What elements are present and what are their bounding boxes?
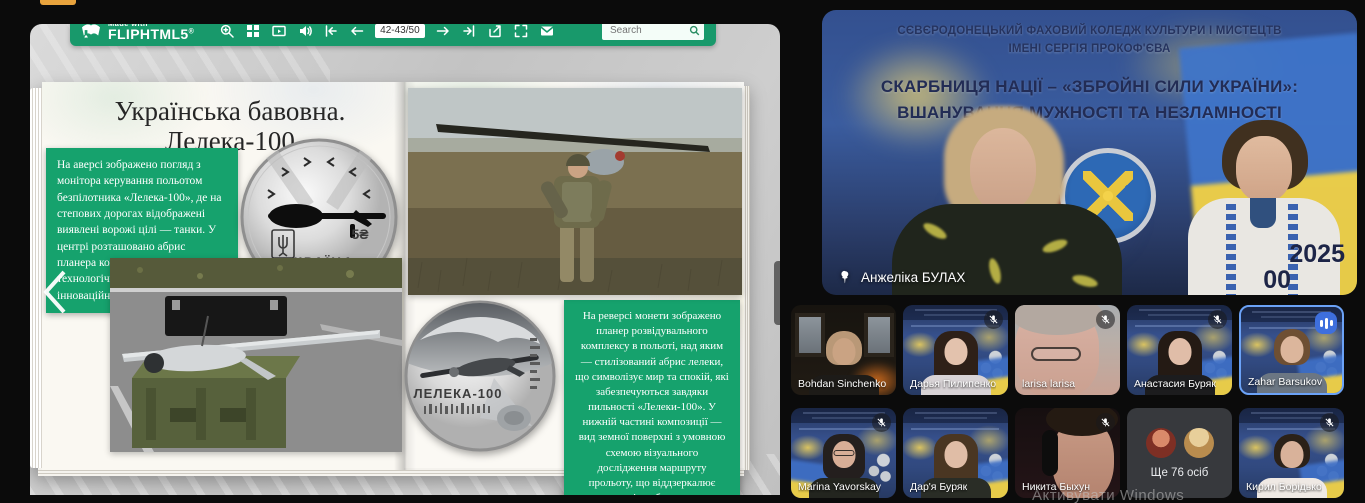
participant-tile[interactable]: Bohdan Sinchenko [791,305,896,395]
browser-tab-accent [40,0,76,5]
video-button[interactable] [271,24,286,38]
mic-muted-icon [1096,413,1115,432]
next-page-icon [436,24,450,38]
search-icon [689,25,700,36]
avatar [1184,428,1214,458]
coin-reverse-label: ЛЕЛЕКА-100 [414,386,503,401]
participant-name: larisa larisa [1022,378,1075,390]
participant-name: Кирил Борідько [1246,481,1322,493]
participant-row-1: Bohdan Sinchenko Дарья Пилипенко larisa … [791,305,1344,395]
next-page-button[interactable] [436,24,451,38]
last-page-button[interactable] [462,24,477,38]
sound-icon [298,24,312,38]
participant-tile-speaking[interactable]: Zahar Barsukov [1239,305,1344,395]
prev-spread-arrow[interactable] [40,268,68,316]
coin-reverse: ЛЕЛЕКА-100 [402,298,558,454]
coin-denomination: 5₴ [351,226,369,242]
fullscreen-icon [514,24,528,38]
share-button[interactable] [488,24,503,38]
search-input[interactable] [608,24,689,37]
fliphtml5-logo[interactable]: Made with FLIPHTML5® [80,24,194,41]
first-page-button[interactable] [323,24,338,38]
pinned-name-row: Анжеліка БУЛАХ [838,270,965,285]
pinned-video-tile[interactable]: СЄВЄРОДОНЕЦЬКИЙ ФАХОВИЙ КОЛЕДЖ КУЛЬТУРИ … [822,10,1357,295]
share-icon [488,24,502,38]
next-spread-arrow[interactable] [774,261,780,325]
participant-name: Никита Быхун [1022,481,1090,493]
participant-tile[interactable]: Дар'я Буряк [903,408,1008,498]
photo-soldier-field [408,88,742,295]
pin-icon [838,270,853,285]
page-stack-right [744,86,750,470]
participant-avatars [1146,428,1214,458]
pinned-name: Анжеліка БУЛАХ [861,270,965,285]
participant-tile[interactable]: larisa larisa [1015,305,1120,395]
fliphtml5-toolbar: Made with FLIPHTML5® 42-43/50 [70,24,716,46]
logo-brand: FLIPHTML5® [108,27,194,41]
presenter-figure [892,106,1122,295]
last-page-icon [462,24,476,38]
page-indicator[interactable]: 42-43/50 [375,24,424,38]
prev-page-icon [350,24,364,38]
search-box[interactable] [602,24,704,40]
video-icon [272,24,286,38]
fullscreen-button[interactable] [514,24,529,38]
participant-name: Дарья Пилипенко [910,378,996,390]
participant-tile[interactable]: Marina Yavorskay [791,408,896,498]
avatar [1146,428,1176,458]
email-icon [540,24,554,38]
flipbook-spread[interactable]: Українська бавовна. Лелека-100 На аверсі… [32,82,750,474]
book-icon [80,24,102,40]
mic-muted-icon [984,310,1003,329]
sound-button[interactable] [297,24,312,38]
participant-tile[interactable]: Дарья Пилипенко [903,305,1008,395]
reverse-caption-block: На реверсі монети зображено планер розві… [564,300,740,495]
college-header: СЄВЄРОДОНЕЦЬКИЙ ФАХОВИЙ КОЛЕДЖ КУЛЬТУРИ … [822,23,1357,59]
participant-name: Bohdan Sinchenko [798,378,886,390]
zoom-in-button[interactable] [219,24,234,38]
chevron-left-icon [40,268,68,316]
thumbnails-button[interactable] [245,24,260,38]
overlay-number: 00 [1263,266,1291,295]
overlay-year: 2025 [1289,240,1345,269]
first-page-icon [324,24,338,38]
participant-name: Marina Yavorskay [798,481,881,493]
email-button[interactable] [540,24,555,38]
thumbnails-icon [246,24,260,38]
participant-name: Анастасия Буряк [1134,378,1216,390]
screenshot-root: Made with FLIPHTML5® 42-43/50 [0,0,1365,503]
mic-muted-icon [1320,413,1339,432]
more-participants-tile[interactable]: Ще 76 осіб [1127,408,1232,498]
prev-page-button[interactable] [349,24,364,38]
mic-muted-icon [1208,310,1227,329]
screenshare-region: Made with FLIPHTML5® 42-43/50 [30,24,780,495]
photo-drone-on-case [110,258,402,452]
mic-muted-icon [872,413,891,432]
more-participants-label: Ще 76 осіб [1151,467,1209,479]
participant-tile[interactable]: Кирил Борідько [1239,408,1344,498]
mic-muted-icon [1096,310,1115,329]
zoom-in-icon [220,24,234,38]
participant-name: Дар'я Буряк [910,481,967,493]
participant-tile[interactable]: Никита Быхун [1015,408,1120,498]
audio-level-indicator [1315,312,1337,334]
participant-name: Zahar Barsukov [1248,376,1322,388]
participant-tile[interactable]: Анастасия Буряк [1127,305,1232,395]
participant-row-2: Marina Yavorskay Дар'я Буряк Никита Быху… [791,408,1344,498]
